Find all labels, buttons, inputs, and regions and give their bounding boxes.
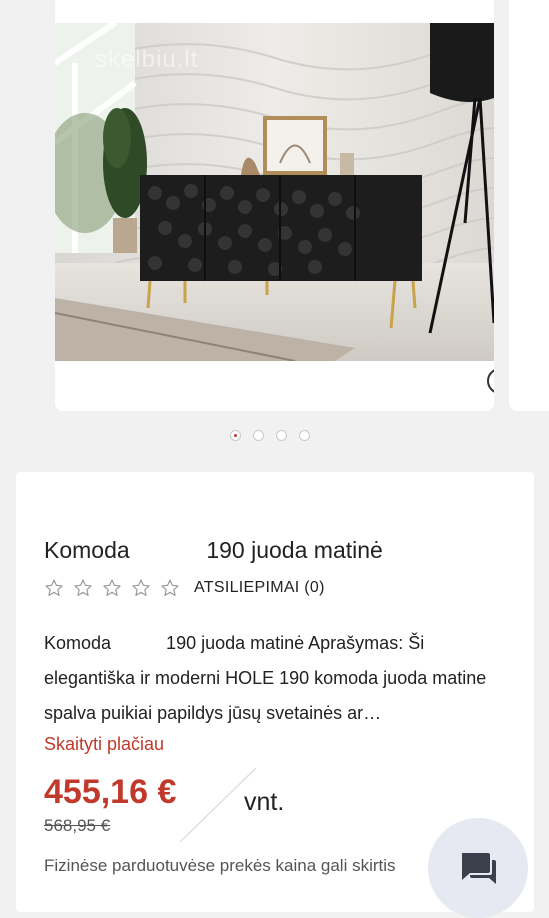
rating-stars[interactable] [44,578,180,598]
store-price-notice: Fizinėse parduotuvėse prekės kaina gali … [44,856,396,875]
gallery-dot-3[interactable] [276,430,287,441]
product-image-gallery[interactable]: skelbiu.lt [55,0,494,411]
star-icon[interactable] [131,578,151,598]
star-icon[interactable] [102,578,122,598]
chat-button[interactable] [428,818,528,918]
product-description: Komoda 190 juoda matinė Aprašymas: Ši el… [44,633,492,723]
gallery-dot-4[interactable] [299,430,310,441]
next-gallery-card[interactable] [509,0,549,411]
star-icon[interactable] [73,578,93,598]
gallery-dot-2[interactable] [253,430,264,441]
old-price: 568,95 € [44,816,111,835]
chat-icon [462,853,496,884]
watermark: skelbiu.lt [95,46,199,73]
gallery-dot-1[interactable] [230,430,241,441]
star-icon[interactable] [44,578,64,598]
zoom-in-icon[interactable] [485,366,494,402]
star-icon[interactable] [160,578,180,598]
price-unit: vnt. [244,788,285,816]
gallery-pagination [230,430,310,441]
product-title: Komoda 190 juoda matinė [44,537,383,563]
reviews-link[interactable]: ATSILIEPIMAI (0) [194,579,325,597]
current-price: 455,16 € [44,773,177,811]
read-more-link[interactable]: Skaityti plačiau [44,734,164,755]
